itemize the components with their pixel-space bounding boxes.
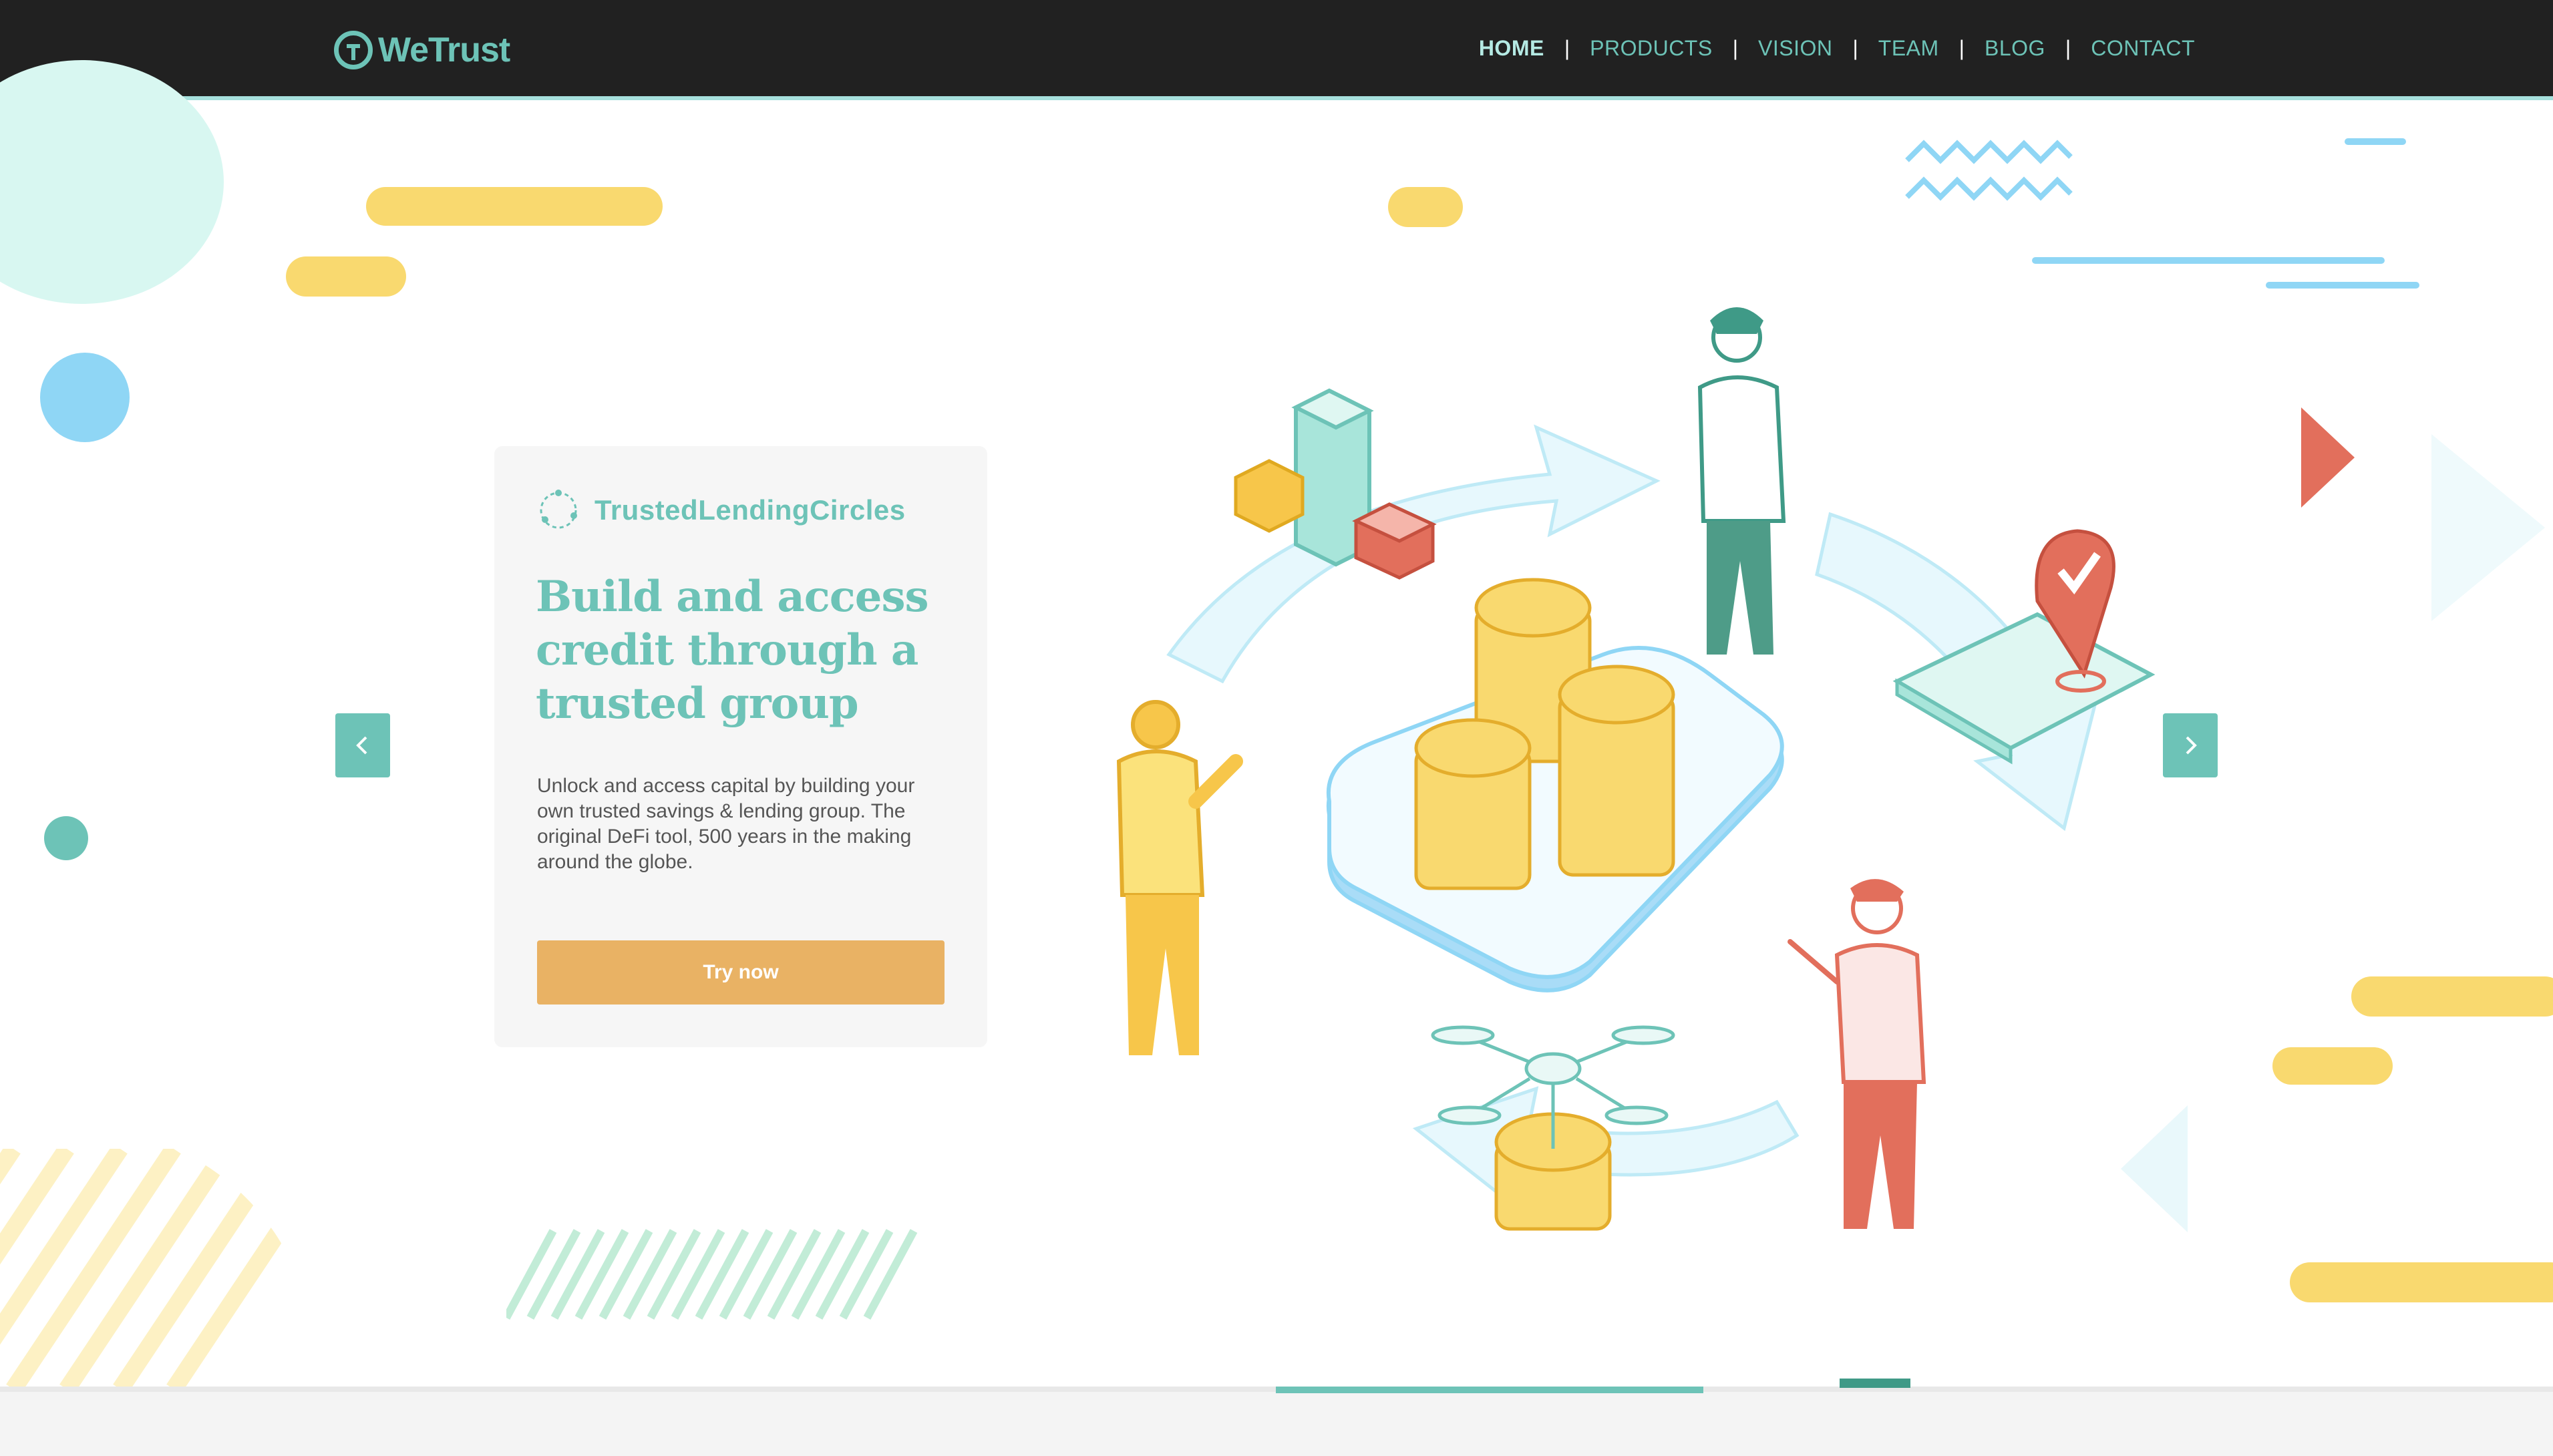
chevron-right-icon — [2186, 736, 2197, 755]
menu-separator: | — [1732, 35, 1738, 60]
green-stripes-decoration — [506, 1229, 918, 1320]
top-navigation: WeTrust HOME | PRODUCTS | VISION | TEAM … — [0, 0, 2553, 100]
person-coral — [1788, 879, 1926, 1229]
wetrust-logo[interactable]: WeTrust — [334, 27, 510, 73]
product-name: TrustedLendingCircles — [594, 494, 906, 526]
blue-line-decoration — [2266, 282, 2419, 289]
chevron-left-icon — [356, 736, 367, 755]
hero-illustration — [1116, 307, 2156, 1231]
menu-item-contact[interactable]: CONTACT — [2091, 36, 2195, 61]
carousel-prev-button[interactable] — [335, 713, 390, 777]
teal-tab-decoration — [1840, 1379, 1910, 1388]
yellow-pill-decoration — [2272, 1047, 2393, 1085]
footer-band — [0, 1388, 2553, 1456]
main-menu: HOME | PRODUCTS | VISION | TEAM | BLOG |… — [1479, 28, 2195, 68]
slide-headline: Build and access credit through a truste… — [536, 572, 929, 729]
yellow-stripes-decoration — [0, 1149, 314, 1389]
light-triangle-decoration — [2431, 434, 2545, 621]
yellow-pill-decoration — [286, 256, 406, 297]
teal-dot-decoration — [44, 816, 88, 860]
yellow-pill-decoration — [2290, 1262, 2553, 1302]
bar-chart-blocks — [1234, 388, 1437, 580]
menu-separator: | — [1959, 35, 1965, 60]
menu-item-vision[interactable]: VISION — [1758, 36, 1832, 61]
menu-separator: | — [1564, 35, 1570, 60]
circle-dots-icon — [540, 490, 577, 529]
menu-item-home[interactable]: HOME — [1479, 36, 1544, 61]
menu-item-blog[interactable]: BLOG — [1985, 36, 2045, 61]
person-yellow — [1116, 700, 1243, 1055]
blue-line-decoration — [2345, 138, 2406, 145]
menu-separator: | — [1852, 35, 1858, 60]
wetrust-t-logo-icon — [334, 31, 373, 69]
slide-card: TrustedLendingCircles Build and access c… — [494, 446, 987, 1047]
yellow-pill-decoration — [1388, 187, 1463, 227]
menu-item-team[interactable]: TEAM — [1878, 36, 1939, 61]
person-teal — [1697, 307, 1786, 655]
yellow-pill-decoration — [2351, 976, 2553, 1017]
logo-text: WeTrust — [378, 31, 510, 69]
menu-item-products[interactable]: PRODUCTS — [1590, 36, 1713, 61]
slide-progress-fill — [1276, 1387, 1703, 1393]
try-now-button[interactable]: Try now — [537, 940, 945, 1005]
coral-triangle-decoration — [2301, 407, 2355, 508]
yellow-pill-decoration — [366, 187, 663, 226]
menu-separator: | — [2065, 35, 2071, 60]
blue-line-decoration — [2032, 257, 2385, 264]
zigzag-decoration — [1905, 140, 2073, 201]
carousel-next-button[interactable] — [2163, 713, 2218, 777]
blue-circle-decoration — [40, 353, 130, 442]
slide-description: Unlock and access capital by building yo… — [537, 775, 915, 873]
product-brand: TrustedLendingCircles — [537, 489, 906, 532]
